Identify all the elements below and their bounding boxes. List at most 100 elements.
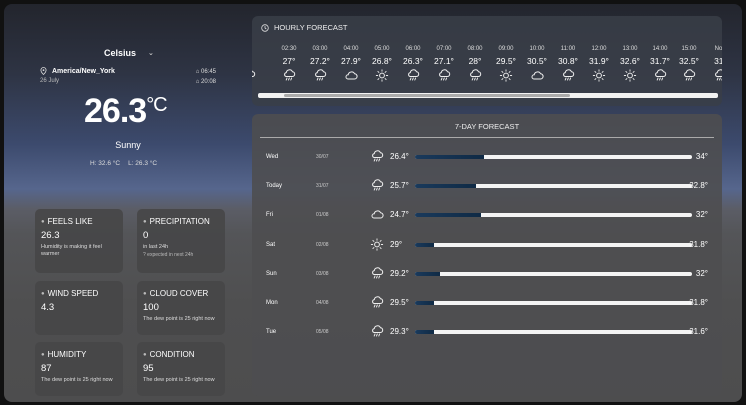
precipitation-value: 0 [143,230,149,241]
location-name: America/New_York [52,67,115,75]
high-low: H: 32.6 °C L: 26.3 °C [90,160,157,167]
temperature-range-bar [415,242,692,247]
hour-item[interactable]: 11:00 30.8° [553,46,583,81]
day-row[interactable]: Wed 30/07 26.4° 34° [252,149,722,169]
current-condition: Sunny [115,140,141,150]
day-min-temp: 24.7° [390,210,409,220]
hour-item[interactable]: 02:30 27° [274,46,304,81]
rain-icon [252,69,256,81]
hour-item[interactable]: 05:00 26.8° [367,46,397,82]
hour-item[interactable]: 10:00 30.5° [522,46,552,81]
cloud-cover-title: CLOUD COVER [149,289,209,298]
hour-item[interactable]: 04:00 27.9° [336,46,366,81]
rain-icon [468,69,482,81]
rain-icon [370,179,384,193]
day-row[interactable]: Tue 05/08 29.3° 31.6° [252,324,722,344]
hourly-strip[interactable]: 0°02:3027°03:0027.2°04:0027.9°05:0026.8°… [252,43,722,95]
rain-icon [406,69,420,81]
clock-icon [261,23,269,32]
hour-item[interactable]: 13:00 32.6° [615,46,645,82]
day-min-temp: 29.2° [390,268,409,278]
hour-temp: 27° [282,56,296,66]
hour-temp: 27.2° [310,56,330,66]
feels-like-card: ● FEELS LIKE 26.3 Humidity is making it f… [35,209,123,273]
rain-icon [437,69,451,81]
unit-select[interactable]: Celsius ⌄ [104,48,154,58]
hour-item[interactable]: 03:00 27.2° [305,46,335,81]
wind-speed-card: ● WIND SPEED 4.3 [35,281,123,335]
temperature-range-bar [415,213,692,218]
day-max-temp: 31.8° [689,298,708,307]
hourly-header: HOURLY FORECAST [261,23,347,32]
hour-temp: 26.8° [372,56,392,66]
chevron-down-icon: ⌄ [148,50,154,57]
cloud-small-icon: ● [143,290,147,297]
day-row[interactable]: Sat 02/08 29° 31.8° [252,237,722,257]
thermometer-icon: ● [41,218,45,225]
hour-temp: 27.1° [434,56,454,66]
high-temp: H: 32.6 °C [90,160,121,167]
location-row: America/New_York 26 July ⌂ 06:45 ⌂ 20:08 [40,67,216,87]
hour-time: 05:00 [374,46,390,52]
day-row[interactable]: Today 31/07 25.7° 32.8° [252,178,722,198]
hour-item[interactable]: 07:00 27.1° [429,46,459,81]
rain-icon [282,69,296,81]
day-max-temp: 32° [695,268,708,278]
day-min-temp: 25.7° [390,181,409,191]
wind-speed-title: WIND SPEED [47,289,99,298]
hour-temp: ° [252,56,264,66]
wind-speed-value: 4.3 [41,302,55,313]
hour-time: 14:00 [652,46,668,52]
current-temp-value: 26.3 [84,92,147,130]
hour-item[interactable]: 09:00 29.5° [491,46,521,82]
daily-forecast-panel: 7-DAY FORECAST Wed 30/07 26.4° 34° Today 31/0… [252,114,722,396]
hour-item[interactable]: 14:00 31.7° [645,46,675,81]
sunrise-icon: ⌂ [195,69,200,75]
sun-times: ⌂ 06:45 ⌂ 20:08 [196,67,216,87]
cloud-icon [530,69,544,81]
cloud-icon [344,69,358,81]
sunset-icon: ⌂ [195,79,200,85]
hour-temp: 31.9° [589,56,609,66]
hour-temp: 27.9° [341,56,361,66]
cloud-cover-desc: The dew point is 25 right now [143,316,215,322]
temperature-range-bar [415,271,692,276]
day-row[interactable]: Mon 04/08 29.5° 31.8° [252,295,722,315]
hour-time: 13:00 [622,46,638,52]
rain-icon [653,69,667,81]
hour-temp: 28° [468,56,482,66]
hour-temp: 31.7° [650,56,670,66]
hour-item[interactable]: 08:00 28° [460,46,490,81]
day-date: 04/08 [316,300,329,306]
hour-time: 09:00 [498,46,514,52]
hour-item[interactable]: 12:00 31.9° [584,46,614,82]
temperature-range-bar [415,301,692,305]
scrollbar-thumb[interactable] [284,94,570,97]
day-row[interactable]: Fri 01/08 24.7° 32° [252,207,722,227]
temperature-range-bar [415,330,692,335]
hour-time: 03:00 [312,46,328,52]
day-max-temp: 34° [695,152,708,161]
temperature-range-fill [415,271,440,276]
feels-like-title: FEELS LIKE [47,217,93,226]
temperature-range-fill [415,301,435,305]
rain-icon [561,69,575,81]
divider [260,137,714,138]
hour-item[interactable]: 0° [252,46,264,81]
hourly-forecast-panel: HOURLY FORECAST 0°02:3027°03:0027.2°04:0… [252,16,722,106]
hour-temp: 29.5° [496,56,516,66]
hour-item[interactable]: 15:00 32.5° [674,46,704,81]
temp-unit-symbol: °C [146,94,167,116]
hour-time: 11:00 [560,46,576,52]
humidity-title: HUMIDITY [47,350,87,359]
day-row[interactable]: Sun 03/08 29.2° 32° [252,266,722,286]
precipitation-desc: in last 24h [143,244,169,250]
hour-item[interactable]: 06:00 26.3° [396,43,430,95]
day-name: Today [266,183,283,190]
hour-time: 0 [252,46,264,52]
hour-item[interactable]: Nov 31. [705,46,722,81]
hourly-scrollbar[interactable] [258,93,718,98]
rain-icon [370,267,384,281]
condition-card: ● CONDITION 95 The dew point is 25 right … [137,342,225,396]
day-name: Sat [266,241,276,248]
